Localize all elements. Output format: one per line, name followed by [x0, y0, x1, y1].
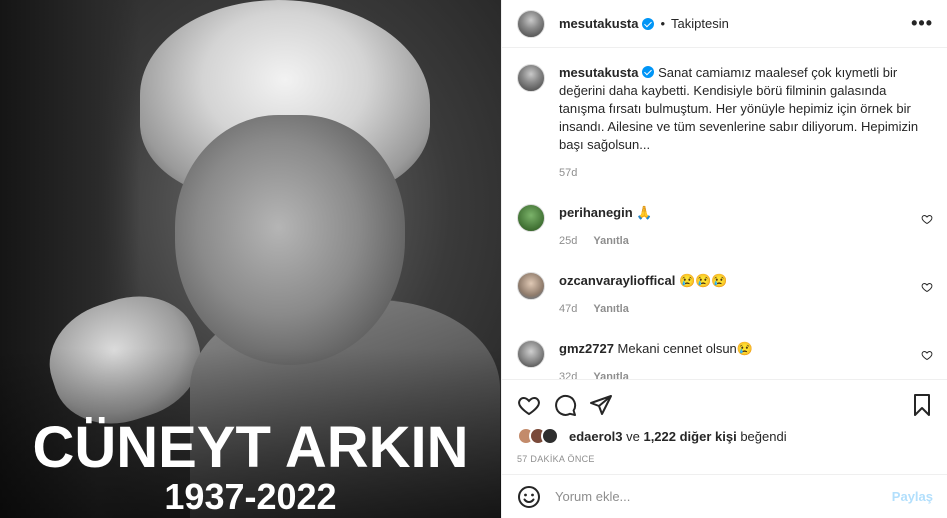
reply-button[interactable]: Yanıtla: [593, 232, 628, 250]
comment-time[interactable]: 25d: [559, 232, 577, 250]
header-separator: •: [660, 16, 666, 31]
likes-count-link[interactable]: 1,222 diğer kişi: [643, 429, 736, 444]
photo-face: [175, 115, 405, 365]
emoji-icon[interactable]: [517, 485, 541, 509]
comments-list[interactable]: mesutakusta Sanat camiamız maalesef çok …: [502, 48, 947, 379]
comment-time[interactable]: 47d: [559, 300, 577, 318]
comment-item: perihanegin 🙏 25d Yanıtla: [517, 204, 933, 250]
post-timestamp[interactable]: 57 DAKİKA ÖNCE: [517, 454, 933, 464]
verified-badge-icon: [642, 66, 655, 78]
verified-badge-icon: [642, 17, 655, 30]
commenter-avatar[interactable]: [517, 272, 545, 300]
add-comment-bar: Paylaş: [502, 474, 947, 518]
comment-input[interactable]: [555, 489, 892, 504]
reply-button[interactable]: Yanıtla: [593, 300, 628, 318]
share-send-icon[interactable]: [589, 393, 613, 417]
follow-status-button[interactable]: Takiptesin: [671, 16, 729, 31]
memorial-name: CÜNEYT ARKIN: [32, 415, 469, 480]
caption-username[interactable]: mesutakusta: [559, 65, 638, 80]
post-image[interactable]: CÜNEYT ARKIN 1937-2022: [0, 0, 501, 518]
comment-item: gmz2727 Mekani cennet olsun😢 32d Yanıtla: [517, 340, 933, 379]
comment-time[interactable]: 32d: [559, 368, 577, 379]
comment-text: 🙏: [636, 205, 653, 220]
comment-like-heart-icon[interactable]: [921, 281, 933, 293]
comment-bubble-icon[interactable]: [553, 393, 577, 417]
comment-username[interactable]: ozcanvaraylioffical: [559, 273, 675, 288]
first-liker[interactable]: edaerol3: [569, 429, 622, 444]
author-username[interactable]: mesutakusta: [559, 16, 638, 31]
more-options-icon[interactable]: •••: [911, 13, 933, 34]
caption: mesutakusta Sanat camiamız maalesef çok …: [517, 64, 933, 182]
likes-connector: ve: [626, 428, 640, 444]
liker-avatars[interactable]: [517, 427, 559, 445]
reply-button[interactable]: Yanıtla: [593, 368, 628, 379]
comment-like-heart-icon[interactable]: [921, 213, 933, 225]
caption-time[interactable]: 57d: [559, 164, 577, 182]
comment-text: Mekani cennet olsun😢: [617, 341, 753, 356]
likes-summary: edaerol3 ve 1,222 diğer kişi beğendi: [517, 427, 933, 445]
post-comment-button[interactable]: Paylaş: [892, 489, 933, 504]
memorial-years: 1937-2022: [164, 476, 337, 517]
likes-suffix: beğendi: [740, 428, 787, 444]
comment-like-heart-icon[interactable]: [921, 349, 933, 361]
post-panel: mesutakusta • Takiptesin ••• mesutakusta…: [501, 0, 947, 518]
comment-username[interactable]: perihanegin: [559, 205, 633, 220]
post-actions: edaerol3 ve 1,222 diğer kişi beğendi 57 …: [502, 379, 947, 474]
post-header: mesutakusta • Takiptesin •••: [502, 0, 947, 48]
comment-item: ozcanvaraylioffical 😢😢😢 47d Yanıtla: [517, 272, 933, 318]
commenter-avatar[interactable]: [517, 204, 545, 232]
caption-author-avatar[interactable]: [517, 64, 545, 92]
like-heart-icon[interactable]: [517, 393, 541, 417]
comment-username[interactable]: gmz2727: [559, 341, 614, 356]
comment-text: 😢😢😢: [678, 273, 728, 288]
save-bookmark-icon[interactable]: [911, 393, 933, 417]
author-avatar[interactable]: [517, 9, 545, 38]
commenter-avatar[interactable]: [517, 340, 545, 368]
